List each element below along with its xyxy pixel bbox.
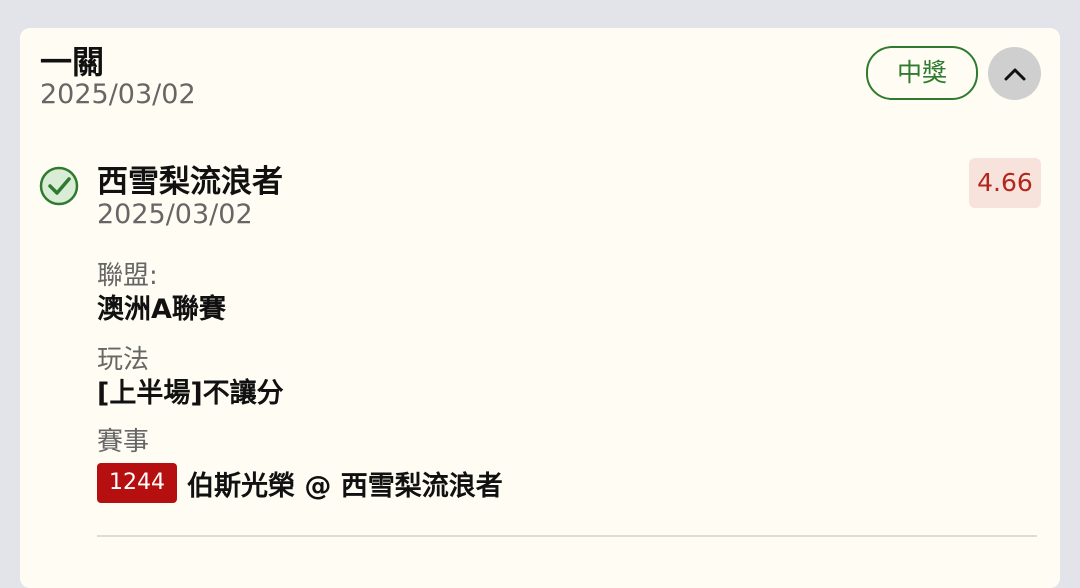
match-number-badge: 1244 (97, 463, 177, 503)
league-value: 澳洲A聯賽 (97, 294, 226, 325)
collapse-button[interactable] (988, 47, 1041, 100)
selection-name: 西雪梨流浪者 (97, 164, 283, 200)
win-status-badge: 中獎 (866, 46, 978, 100)
bet-type-title: 一關 (40, 43, 105, 81)
league-label: 聯盟: (97, 261, 158, 291)
chevron-up-icon (1004, 68, 1025, 80)
selection-date: 2025/03/02 (97, 199, 253, 230)
bet-card: 一關 2025/03/02 中獎 西雪梨流浪者 2025/03/02 4.66 … (20, 28, 1060, 588)
odds-badge: 4.66 (969, 158, 1041, 208)
play-type-label: 玩法 (97, 345, 150, 375)
play-type-value: [上半場]不讓分 (97, 378, 284, 409)
bet-date: 2025/03/02 (40, 79, 196, 110)
divider (97, 535, 1037, 537)
match-label: 賽事 (97, 427, 150, 457)
match-name: 伯斯光榮 @ 西雪梨流浪者 (187, 470, 503, 502)
match-info: 1244 伯斯光榮 @ 西雪梨流浪者 (97, 463, 503, 503)
check-circle-icon (39, 166, 79, 206)
